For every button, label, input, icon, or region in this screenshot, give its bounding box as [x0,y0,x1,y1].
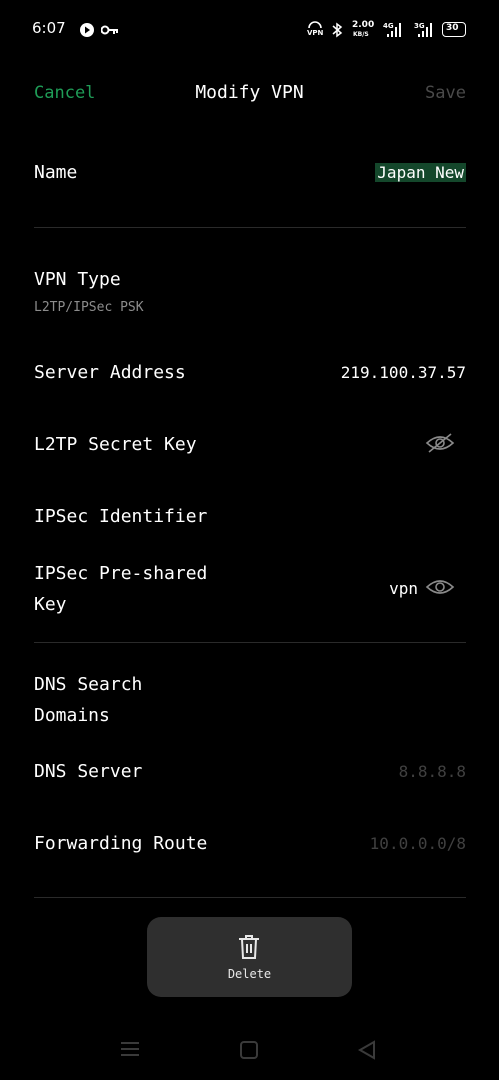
eye-off-icon[interactable] [425,433,455,453]
divider [34,642,466,643]
dns-search-domains-input[interactable] [200,675,466,725]
bluetooth-icon [332,22,343,38]
trash-icon [239,935,259,959]
home-square-icon[interactable] [239,1040,259,1060]
name-input[interactable]: Japan New [375,163,466,182]
menu-icon[interactable] [119,1040,141,1058]
save-button[interactable]: Save [425,83,466,103]
ipsec-psk-input[interactable]: vpn [389,579,418,598]
status-time: 6:07 [32,19,66,37]
name-label: Name [34,162,78,183]
net-speed-unit: KB/S [353,31,369,38]
forwarding-route-input[interactable]: 10.0.0.0/8 [370,834,466,853]
signal-icon-2 [418,23,432,37]
eye-icon[interactable] [425,577,455,597]
divider [34,897,466,898]
dns-server-label: DNS Server [34,761,143,782]
vpn-type-value: L2TP/IPSec PSK [34,300,144,315]
divider [34,227,466,228]
net-speed-value: 2.00 [352,20,375,30]
l2tp-secret-key-input[interactable] [200,425,415,465]
name-value: Japan New [375,163,466,182]
dns-search-label-1: DNS Search [34,674,143,695]
battery-level: 30 [446,23,459,33]
delete-label: Delete [227,967,272,981]
vpn-label: VPN [307,29,324,37]
server-address-label: Server Address [34,362,186,383]
dns-server-input[interactable]: 8.8.8.8 [399,762,466,781]
play-notification-icon [80,23,94,37]
ipsec-psk-label-2: Key [34,594,67,615]
forwarding-route-label: Forwarding Route [34,833,208,854]
back-triangle-icon[interactable] [357,1040,377,1060]
ipsec-identifier-label: IPSec Identifier [34,506,208,527]
key-icon [101,25,118,35]
ipsec-identifier-input[interactable] [200,497,466,537]
signal-icon [387,23,401,37]
vpn-type-label[interactable]: VPN Type [34,264,121,295]
ipsec-psk-label-1: IPSec Pre-shared [34,563,208,584]
server-address-input[interactable]: 219.100.37.57 [341,363,466,382]
dns-search-label-2: Domains [34,705,110,726]
l2tp-secret-key-label: L2TP Secret Key [34,434,197,455]
